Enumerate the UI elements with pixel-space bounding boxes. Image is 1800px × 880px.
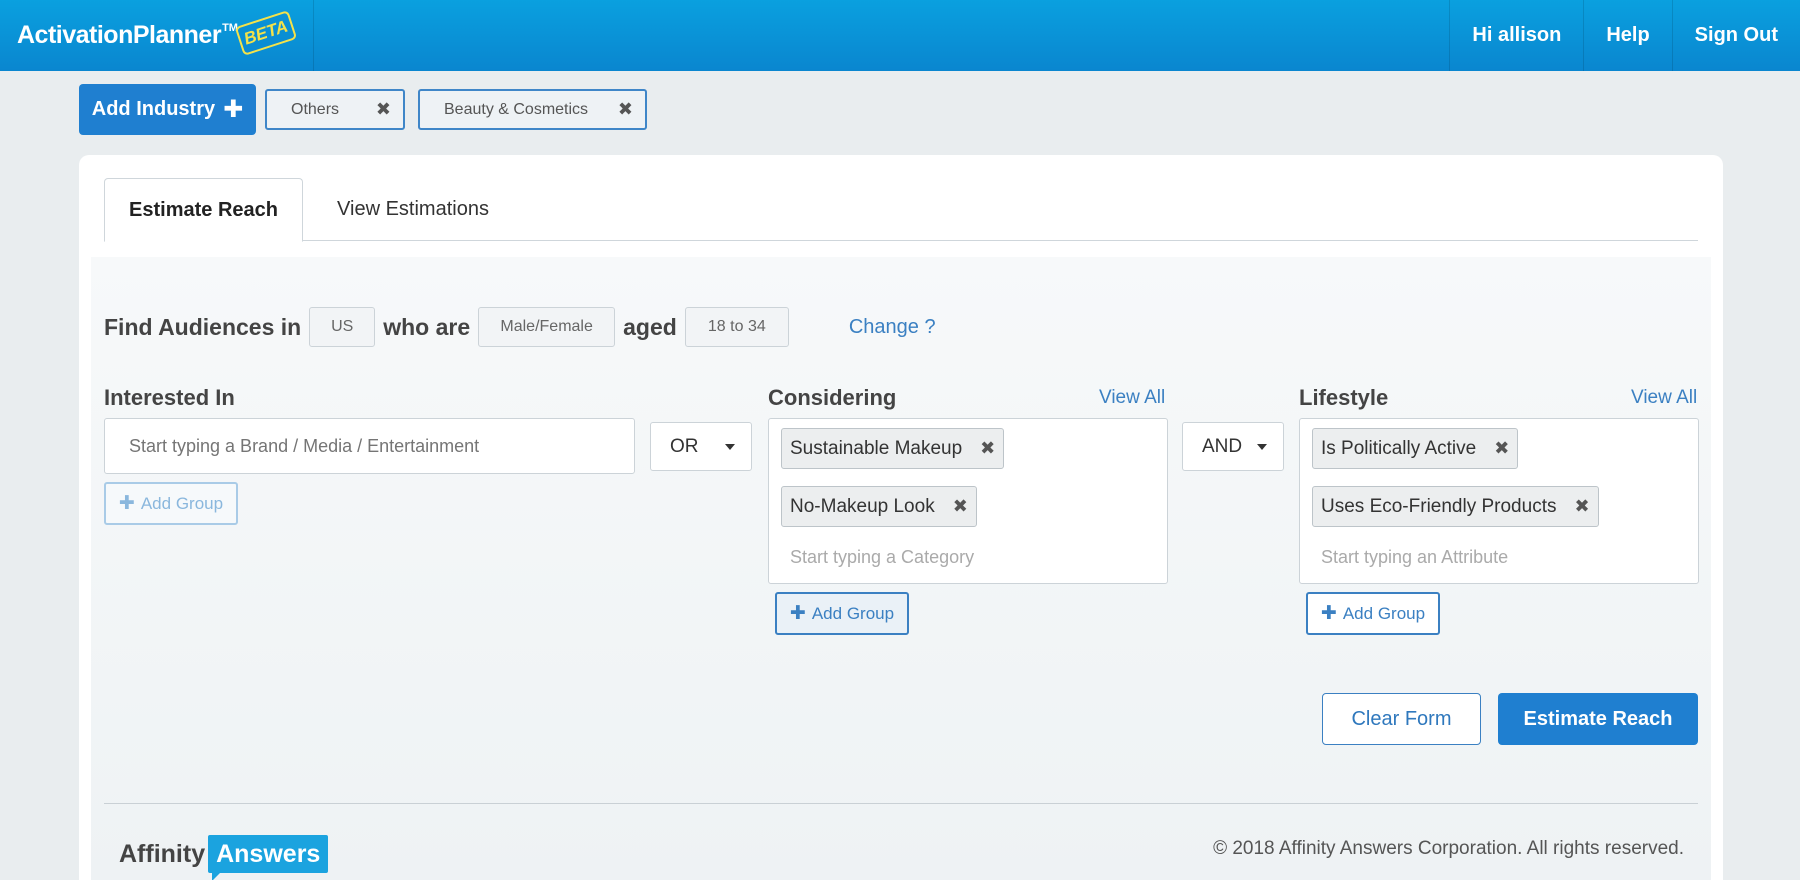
industry-tag-label: Others bbox=[291, 100, 340, 118]
add-industry-label: Add Industry bbox=[91, 98, 216, 120]
remove-icon[interactable]: ✖ bbox=[376, 99, 391, 120]
operator-value: AND bbox=[1202, 435, 1243, 457]
operator-or-select[interactable]: OR bbox=[650, 422, 752, 471]
copyright-text: © 2018 Affinity Answers Corporation. All… bbox=[1213, 838, 1684, 859]
industry-tag-others: Others ✖ bbox=[265, 89, 405, 130]
aged-label: aged bbox=[623, 313, 677, 340]
considering-input[interactable]: Start typing a Category bbox=[790, 547, 974, 568]
operator-and-select[interactable]: AND bbox=[1182, 422, 1284, 471]
age-range-pill[interactable]: 18 to 34 bbox=[684, 307, 789, 347]
lifestyle-label: Lifestyle bbox=[1299, 385, 1389, 410]
nav-sign-out[interactable]: Sign Out bbox=[1671, 0, 1800, 71]
tab-view-estimations[interactable]: View Estimations bbox=[304, 178, 522, 241]
operator-value: OR bbox=[670, 435, 699, 457]
considering-box: Sustainable Makeup ✖ No-Makeup Look ✖ St… bbox=[768, 418, 1168, 584]
footer-divider bbox=[104, 803, 1698, 804]
brand-name: ActivationPlanner bbox=[17, 21, 222, 49]
considering-add-group-button[interactable]: ✚ Add Group bbox=[775, 592, 909, 635]
logo-answers: Answers bbox=[208, 835, 329, 880]
lifestyle-view-all-link[interactable]: View All bbox=[1631, 387, 1697, 409]
nav-help[interactable]: Help bbox=[1583, 0, 1671, 71]
brand-logo[interactable]: ActivationPlanner TM BETA bbox=[17, 10, 298, 56]
tab-estimate-reach[interactable]: Estimate Reach bbox=[104, 178, 303, 242]
considering-view-all-link[interactable]: View All bbox=[1099, 387, 1165, 409]
caret-down-icon bbox=[1257, 443, 1267, 450]
nav-user-greeting[interactable]: Hi allison bbox=[1449, 0, 1583, 71]
estimate-reach-button[interactable]: Estimate Reach bbox=[1498, 693, 1698, 745]
plus-icon: ✚ bbox=[223, 95, 244, 123]
top-navbar: ActivationPlanner TM BETA Hi allison Hel… bbox=[0, 0, 1800, 71]
lifestyle-add-group-button[interactable]: ✚ Add Group bbox=[1306, 592, 1440, 635]
tab-bar: Estimate Reach View Estimations bbox=[104, 178, 1698, 242]
chip-label: Is Politically Active bbox=[1321, 437, 1477, 459]
brand-divider bbox=[313, 0, 314, 71]
industry-tag-label: Beauty & Cosmetics bbox=[444, 100, 589, 118]
lifestyle-chip: Is Politically Active ✖ bbox=[1312, 428, 1519, 469]
chip-label: Uses Eco-Friendly Products bbox=[1321, 495, 1557, 517]
interested-in-input[interactable] bbox=[104, 418, 635, 474]
plus-icon: ✚ bbox=[1320, 603, 1337, 624]
considering-chip: Sustainable Makeup ✖ bbox=[781, 428, 1005, 469]
lifestyle-input[interactable]: Start typing an Attribute bbox=[1321, 547, 1508, 568]
caret-down-icon bbox=[725, 443, 735, 450]
who-are-label: who are bbox=[383, 313, 471, 340]
remove-icon[interactable]: ✖ bbox=[980, 438, 995, 459]
remove-icon[interactable]: ✖ bbox=[1574, 496, 1589, 517]
add-group-label: Add Group bbox=[811, 603, 895, 623]
logo-affinity: Affinity bbox=[119, 839, 206, 868]
find-prefix: Find Audiences in bbox=[104, 313, 302, 340]
interested-in-label: Interested In bbox=[104, 385, 235, 410]
remove-icon[interactable]: ✖ bbox=[953, 496, 968, 517]
chip-label: Sustainable Makeup bbox=[790, 437, 963, 459]
clear-form-button[interactable]: Clear Form bbox=[1322, 693, 1481, 745]
change-link[interactable]: Change ? bbox=[849, 316, 936, 339]
remove-icon[interactable]: ✖ bbox=[618, 99, 633, 120]
find-audiences-row: Find Audiences in US who are Male/Female… bbox=[104, 307, 936, 347]
add-group-label: Add Group bbox=[1342, 603, 1426, 623]
lifestyle-chip: Uses Eco-Friendly Products ✖ bbox=[1312, 486, 1599, 527]
add-industry-button[interactable]: Add Industry ✚ bbox=[79, 84, 256, 135]
lifestyle-box: Is Politically Active ✖ Uses Eco-Friendl… bbox=[1299, 418, 1699, 584]
interested-add-group-button[interactable]: ✚ Add Group bbox=[104, 482, 238, 525]
remove-icon[interactable]: ✖ bbox=[1494, 438, 1509, 459]
country-pill[interactable]: US bbox=[309, 307, 376, 347]
industry-tag-beauty: Beauty & Cosmetics ✖ bbox=[418, 89, 647, 130]
beta-badge: BETA bbox=[234, 10, 298, 56]
plus-icon: ✚ bbox=[118, 493, 135, 514]
considering-label: Considering bbox=[768, 385, 897, 410]
plus-icon: ✚ bbox=[789, 603, 806, 624]
header-nav: Hi allison Help Sign Out bbox=[1449, 0, 1800, 71]
chip-label: No-Makeup Look bbox=[790, 495, 935, 517]
gender-pill[interactable]: Male/Female bbox=[478, 307, 616, 347]
affinity-answers-logo: Affinity Answers bbox=[119, 833, 329, 880]
add-group-label: Add Group bbox=[140, 493, 224, 513]
considering-chip: No-Makeup Look ✖ bbox=[781, 486, 977, 527]
